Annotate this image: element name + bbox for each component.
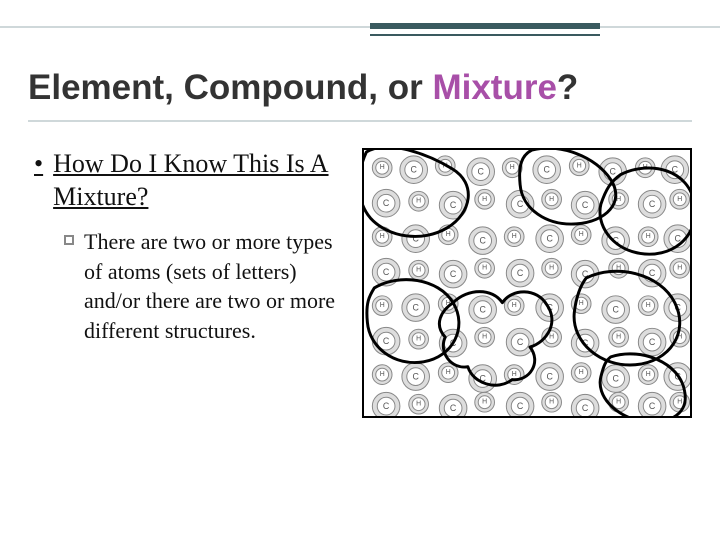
molecule-svg: C H: [364, 150, 690, 416]
top-thin-dark-line: [370, 34, 600, 36]
slide-title: Element, Compound, or Mixture?: [28, 68, 692, 108]
atom-grid: [372, 156, 690, 416]
title-pre: Element, Compound, or: [28, 68, 432, 107]
title-accent: Mixture: [432, 68, 556, 107]
title-post: ?: [557, 68, 578, 107]
bullet-text: How Do I Know This Is A Mixture?: [53, 148, 344, 213]
subbullet-text: There are two or more types of atoms (se…: [84, 227, 344, 346]
top-light-line: [0, 26, 720, 28]
bullet-dot-icon: •: [34, 148, 43, 213]
top-decorative-bar: [0, 12, 720, 38]
slide-body: • How Do I Know This Is A Mixture? There…: [34, 148, 692, 418]
bullet-level-1: • How Do I Know This Is A Mixture?: [34, 148, 344, 213]
bullet-square-icon: [64, 235, 74, 245]
bullet-level-2: There are two or more types of atoms (se…: [64, 227, 344, 346]
text-column: • How Do I Know This Is A Mixture? There…: [34, 148, 344, 418]
title-underline: [28, 120, 692, 122]
molecule-diagram: C H: [362, 148, 692, 418]
top-dark-block: [370, 23, 600, 29]
slide: Element, Compound, or Mixture? • How Do …: [0, 0, 720, 540]
